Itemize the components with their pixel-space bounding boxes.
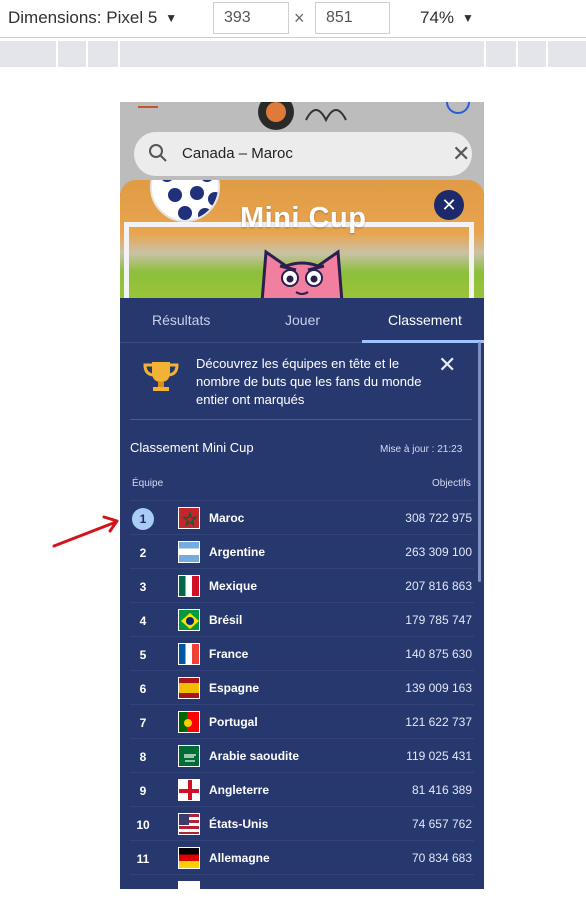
device-selector[interactable]: Dimensions: Pixel 5 ▼ <box>8 8 177 28</box>
team-goals: 121 622 737 <box>405 715 472 729</box>
device-viewport: Canada – Maroc ✕ Mini Cup ✕ Résultats Jo… <box>120 102 484 889</box>
rank-badge: 11 <box>136 852 150 866</box>
game-tabs: Résultats Jouer Classement <box>120 298 484 343</box>
flag-spain-icon <box>178 677 200 699</box>
flag-england-icon <box>178 779 200 801</box>
table-row[interactable]: 8 Arabie saoudite 119 025 431 <box>130 738 474 772</box>
team-goals: 74 657 762 <box>411 817 472 831</box>
rank-badge: 3 <box>139 580 147 594</box>
rank-badge: 7 <box>139 716 147 730</box>
times-icon: × <box>294 8 305 28</box>
search-bar[interactable]: Canada – Maroc ✕ <box>134 132 472 176</box>
flag-usa-icon <box>178 813 200 835</box>
flag-brazil-icon <box>178 609 200 631</box>
close-icon[interactable]: ✕ <box>452 141 470 167</box>
flag-saudi-arabia-icon <box>178 745 200 767</box>
team-goals: 119 025 431 <box>406 749 472 763</box>
flag-partial-icon <box>178 881 200 889</box>
column-header-goals: Objectifs <box>432 478 471 489</box>
tab-resultats[interactable]: Résultats <box>152 312 210 328</box>
team-name: Argentine <box>209 545 266 559</box>
team-name: Espagne <box>209 681 260 695</box>
close-game-button[interactable]: ✕ <box>434 190 464 220</box>
game-title: Mini Cup <box>240 202 367 234</box>
table-row[interactable]: 2 Argentine 263 309 100 <box>130 534 474 568</box>
trophy-icon <box>143 362 179 391</box>
tab-jouer[interactable]: Jouer <box>285 312 320 328</box>
team-name: Maroc <box>209 511 245 525</box>
table-row-partial[interactable] <box>130 874 474 889</box>
info-notice: Découvrez les équipes en tête et le nomb… <box>130 350 472 420</box>
team-goals: 207 816 863 <box>405 579 472 593</box>
height-input[interactable]: 851 <box>315 2 390 34</box>
device-dimensions-label: Dimensions: Pixel 5 <box>8 8 158 27</box>
table-row[interactable]: 11 Allemagne 70 834 683 <box>130 840 474 874</box>
flag-germany-icon <box>178 847 200 869</box>
table-row[interactable]: 3 Mexique 207 816 863 <box>130 568 474 602</box>
active-tab-indicator <box>362 340 484 343</box>
annotation-arrow-icon <box>52 515 119 548</box>
media-query-ruler <box>0 41 586 67</box>
flag-portugal-icon <box>178 711 200 733</box>
table-row[interactable]: 9 Angleterre 81 416 389 <box>130 772 474 806</box>
zoom-selector[interactable]: 74% ▼ <box>420 8 474 28</box>
flag-morocco-icon <box>178 507 200 529</box>
update-time: Mise à jour : 21:23 <box>380 444 463 455</box>
rank-badge: 2 <box>139 546 147 560</box>
team-name: Portugal <box>209 715 258 729</box>
leaderboard-title: Classement Mini Cup <box>130 440 254 455</box>
table-row[interactable]: 5 France 140 875 630 <box>130 636 474 670</box>
width-input[interactable]: 393 <box>213 2 289 34</box>
scrollbar[interactable] <box>478 342 481 582</box>
rank-badge: 6 <box>139 682 147 696</box>
close-icon[interactable]: ✕ <box>438 352 456 378</box>
zoom-label: 74% <box>420 8 455 27</box>
team-name: Angleterre <box>209 783 270 797</box>
rank-badge: 1 <box>132 508 154 530</box>
team-goals: 81 416 389 <box>411 783 472 797</box>
column-header-team: Équipe <box>132 478 164 489</box>
devtools-toolbar: Dimensions: Pixel 5 ▼ 393 × 851 74% ▼ <box>0 0 586 38</box>
team-name: Mexique <box>209 579 258 593</box>
team-goals: 263 309 100 <box>405 545 472 559</box>
table-row[interactable]: 7 Portugal 121 622 737 <box>130 704 474 738</box>
notice-text: Découvrez les équipes en tête et le nomb… <box>196 356 422 407</box>
team-goals: 139 009 163 <box>405 681 472 695</box>
tab-classement[interactable]: Classement <box>388 312 462 328</box>
team-name: Arabie saoudite <box>209 749 300 763</box>
team-name: Allemagne <box>209 851 270 865</box>
flag-argentina-icon <box>178 541 200 563</box>
table-row[interactable]: 6 Espagne 139 009 163 <box>130 670 474 704</box>
doodle-logo[interactable] <box>236 102 376 132</box>
rank-badge: 4 <box>139 614 147 628</box>
flag-mexico-icon <box>178 575 200 597</box>
search-icon <box>149 144 167 162</box>
team-name: Brésil <box>209 613 243 627</box>
chevron-down-icon: ▼ <box>462 11 474 25</box>
chevron-down-icon: ▼ <box>165 11 178 25</box>
rank-badge: 9 <box>139 784 147 798</box>
team-goals: 140 875 630 <box>405 647 472 661</box>
rank-badge: 5 <box>139 648 147 662</box>
cat-mascot-icon <box>260 249 344 298</box>
table-row[interactable]: 10 États-Unis 74 657 762 <box>130 806 474 840</box>
team-goals: 179 785 747 <box>405 613 472 627</box>
flag-france-icon <box>178 643 200 665</box>
menu-icon[interactable] <box>138 102 158 110</box>
rank-badge: 8 <box>139 750 147 764</box>
team-goals: 70 834 683 <box>411 851 472 865</box>
mini-cup-banner: Mini Cup ✕ <box>120 180 484 298</box>
table-row[interactable]: 1 Maroc 308 722 975 <box>130 500 474 534</box>
team-name: France <box>209 647 249 661</box>
table-row[interactable]: 4 Brésil 179 785 747 <box>130 602 474 636</box>
team-name: États-Unis <box>209 817 269 831</box>
rank-badge: 10 <box>136 818 150 832</box>
team-goals: 308 722 975 <box>405 511 472 525</box>
search-query[interactable]: Canada – Maroc <box>182 145 293 162</box>
